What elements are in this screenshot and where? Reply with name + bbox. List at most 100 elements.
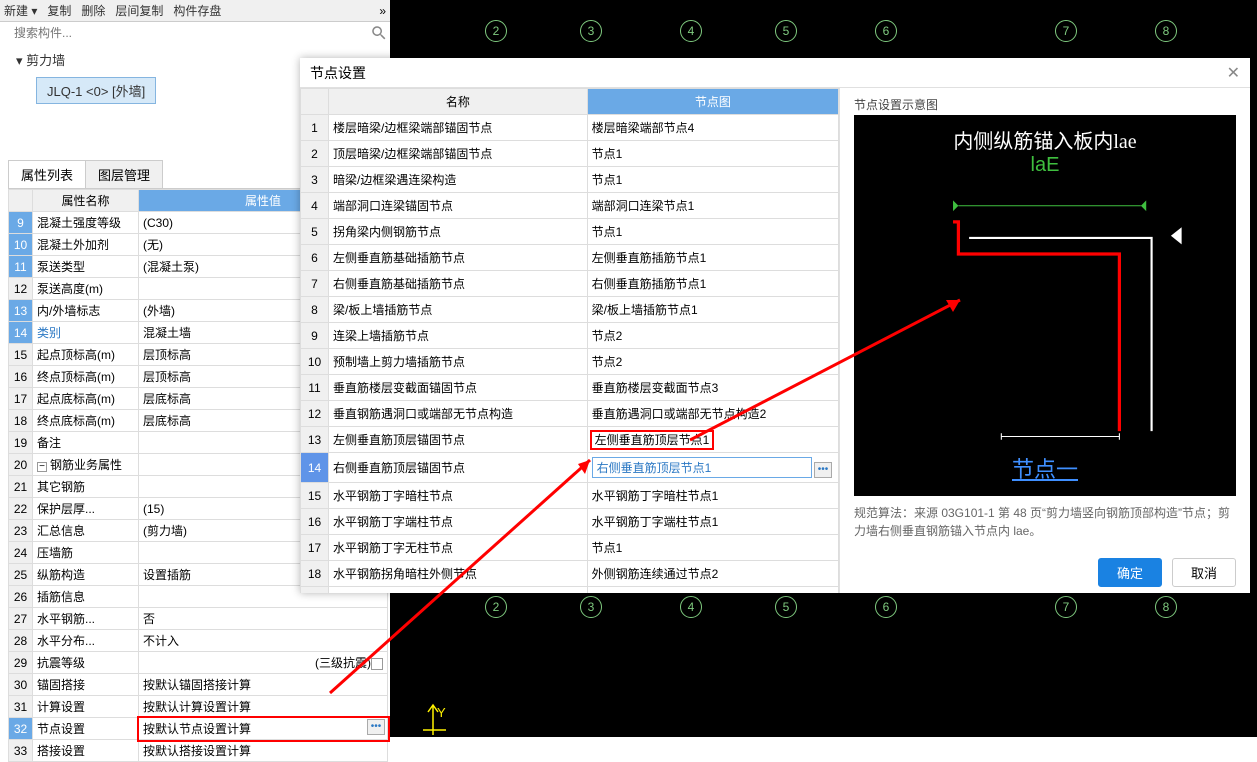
node-value-cell[interactable]: 拐角暗柱内侧节点3 xyxy=(587,587,838,594)
node-value-cell[interactable]: 节点1 xyxy=(587,535,838,561)
node-value-cell[interactable]: 节点1 xyxy=(587,141,838,167)
node-name-cell[interactable]: 垂直筋楼层变截面锚固节点 xyxy=(329,375,588,401)
node-name-cell[interactable]: 楼层暗梁/边框梁端部锚固节点 xyxy=(329,115,588,141)
prop-name-cell[interactable]: 节点设置 xyxy=(33,718,139,740)
node-name-cell[interactable]: 水平钢筋丁字暗柱节点 xyxy=(329,483,588,509)
node-name-cell[interactable]: 左侧垂直筋顶层锚固节点 xyxy=(329,427,588,453)
interlayer-copy-button[interactable]: 层间复制 xyxy=(115,2,163,19)
prop-value-cell[interactable]: 否 xyxy=(139,608,388,630)
node-name-cell[interactable]: 水平钢筋丁字无柱节点 xyxy=(329,535,588,561)
prop-name-cell[interactable]: 搭接设置 xyxy=(33,740,139,762)
node-value-cell[interactable]: 右侧垂直筋顶层节点1••• xyxy=(587,453,838,483)
ellipsis-button[interactable]: ••• xyxy=(814,462,832,478)
node-name-cell[interactable]: 水平钢筋拐角暗柱内侧节点 xyxy=(329,587,588,594)
prop-value-cell[interactable]: 不计入 xyxy=(139,630,388,652)
prop-name-cell[interactable]: 泵送高度(m) xyxy=(33,278,139,300)
row-number: 13 xyxy=(301,427,329,453)
prop-value-cell[interactable]: 按默认锚固搭接计算 xyxy=(139,674,388,696)
node-value-cell[interactable]: 左侧垂直筋顶层节点1 xyxy=(587,427,838,453)
node-value-cell[interactable]: 梁/板上墙插筋节点1 xyxy=(587,297,838,323)
node-name-cell[interactable]: 水平钢筋丁字端柱节点 xyxy=(329,509,588,535)
prop-name-cell[interactable]: 类别 xyxy=(33,322,139,344)
prop-name-cell[interactable]: 起点底标高(m) xyxy=(33,388,139,410)
prop-name-cell[interactable]: 终点底标高(m) xyxy=(33,410,139,432)
search-bar xyxy=(8,22,388,44)
preview-diagram: 内侧纵筋锚入板内lae laE 节点一 xyxy=(854,115,1236,496)
prop-value-cell[interactable]: 按默认计算设置计算 xyxy=(139,696,388,718)
node-value-cell[interactable]: 节点2 xyxy=(587,349,838,375)
prop-name-cell[interactable]: 终点顶标高(m) xyxy=(33,366,139,388)
row-number: 16 xyxy=(301,509,329,535)
row-number: 11 xyxy=(301,375,329,401)
node-name-cell[interactable]: 预制墙上剪力墙插筋节点 xyxy=(329,349,588,375)
node-value-cell[interactable]: 水平钢筋丁字暗柱节点1 xyxy=(587,483,838,509)
node-name-cell[interactable]: 右侧垂直筋顶层锚固节点 xyxy=(329,453,588,483)
menu-more-icon[interactable]: » xyxy=(379,4,386,18)
axis-num: 4 xyxy=(680,596,702,618)
node-name-cell[interactable]: 顶层暗梁/边框梁端部锚固节点 xyxy=(329,141,588,167)
prop-value-cell[interactable]: 按默认节点设置计算••• xyxy=(139,718,388,740)
ok-button[interactable]: 确定 xyxy=(1098,558,1162,587)
prop-name-cell[interactable]: 保护层厚... xyxy=(33,498,139,520)
prop-name-cell[interactable]: 汇总信息 xyxy=(33,520,139,542)
node-value-cell[interactable]: 节点1 xyxy=(587,167,838,193)
prop-name-cell[interactable]: 计算设置 xyxy=(33,696,139,718)
new-button[interactable]: 新建 ▾ xyxy=(4,2,37,19)
prop-name-cell[interactable]: 内/外墙标志 xyxy=(33,300,139,322)
prop-name-cell[interactable]: 其它钢筋 xyxy=(33,476,139,498)
node-name-cell[interactable]: 连梁上墙插筋节点 xyxy=(329,323,588,349)
prop-name-cell[interactable]: 水平钢筋... xyxy=(33,608,139,630)
node-value-cell[interactable]: 端部洞口连梁节点1 xyxy=(587,193,838,219)
row-number: 29 xyxy=(9,652,33,674)
tree-item-selected[interactable]: JLQ-1 <0> [外墙] xyxy=(36,77,156,104)
row-number: 19 xyxy=(301,587,329,594)
node-value-cell[interactable]: 垂直筋楼层变截面节点3 xyxy=(587,375,838,401)
row-number: 32 xyxy=(9,718,33,740)
prop-value-cell[interactable]: (三级抗震) xyxy=(139,652,388,674)
tab-property-list[interactable]: 属性列表 xyxy=(8,160,86,188)
node-value-cell[interactable]: 左侧垂直筋插筋节点1 xyxy=(587,245,838,271)
node-value-cell[interactable]: 外侧钢筋连续通过节点2 xyxy=(587,561,838,587)
prop-value-cell[interactable]: 按默认搭接设置计算 xyxy=(139,740,388,762)
prop-name-cell[interactable]: 混凝土强度等级 xyxy=(33,212,139,234)
prop-name-cell[interactable]: 泵送类型 xyxy=(33,256,139,278)
col-node-name: 名称 xyxy=(329,89,588,115)
node-value-cell[interactable]: 节点1 xyxy=(587,219,838,245)
component-search-input[interactable] xyxy=(8,24,370,42)
node-value-cell[interactable]: 楼层暗梁端部节点4 xyxy=(587,115,838,141)
prop-name-cell[interactable]: −钢筋业务属性 xyxy=(33,454,139,476)
node-name-cell[interactable]: 右侧垂直筋基础插筋节点 xyxy=(329,271,588,297)
node-name-cell[interactable]: 端部洞口连梁锚固节点 xyxy=(329,193,588,219)
search-icon[interactable] xyxy=(370,24,388,42)
node-value-cell[interactable]: 水平钢筋丁字端柱节点1 xyxy=(587,509,838,535)
node-value-cell[interactable]: 节点2 xyxy=(587,323,838,349)
row-number: 31 xyxy=(9,696,33,718)
node-name-cell[interactable]: 梁/板上墙插筋节点 xyxy=(329,297,588,323)
prop-name-cell[interactable]: 备注 xyxy=(33,432,139,454)
node-value-cell[interactable]: 右侧垂直筋插筋节点1 xyxy=(587,271,838,297)
cancel-button[interactable]: 取消 xyxy=(1172,558,1236,587)
delete-button[interactable]: 删除 xyxy=(81,2,105,19)
node-name-cell[interactable]: 暗梁/边框梁遇连梁构造 xyxy=(329,167,588,193)
prop-name-cell[interactable]: 纵筋构造 xyxy=(33,564,139,586)
component-save-button[interactable]: 构件存盘 xyxy=(173,2,221,19)
row-number: 6 xyxy=(301,245,329,271)
checkbox[interactable] xyxy=(371,658,383,670)
selected-node-value[interactable]: 右侧垂直筋顶层节点1 xyxy=(592,457,812,478)
prop-name-cell[interactable]: 插筋信息 xyxy=(33,586,139,608)
prop-name-cell[interactable]: 起点顶标高(m) xyxy=(33,344,139,366)
node-value-cell[interactable]: 垂直筋遇洞口或端部无节点构造2 xyxy=(587,401,838,427)
ellipsis-button[interactable]: ••• xyxy=(367,719,385,735)
copy-button[interactable]: 复制 xyxy=(47,2,71,19)
prop-name-cell[interactable]: 锚固搭接 xyxy=(33,674,139,696)
prop-name-cell[interactable]: 抗震等级 xyxy=(33,652,139,674)
node-name-cell[interactable]: 垂直钢筋遇洞口或端部无节点构造 xyxy=(329,401,588,427)
node-name-cell[interactable]: 水平钢筋拐角暗柱外侧节点 xyxy=(329,561,588,587)
node-name-cell[interactable]: 左侧垂直筋基础插筋节点 xyxy=(329,245,588,271)
close-icon[interactable]: ✕ xyxy=(1227,63,1240,83)
tab-layer-mgmt[interactable]: 图层管理 xyxy=(85,160,163,188)
prop-name-cell[interactable]: 混凝土外加剂 xyxy=(33,234,139,256)
prop-name-cell[interactable]: 压墙筋 xyxy=(33,542,139,564)
prop-name-cell[interactable]: 水平分布... xyxy=(33,630,139,652)
node-name-cell[interactable]: 拐角梁内侧钢筋节点 xyxy=(329,219,588,245)
